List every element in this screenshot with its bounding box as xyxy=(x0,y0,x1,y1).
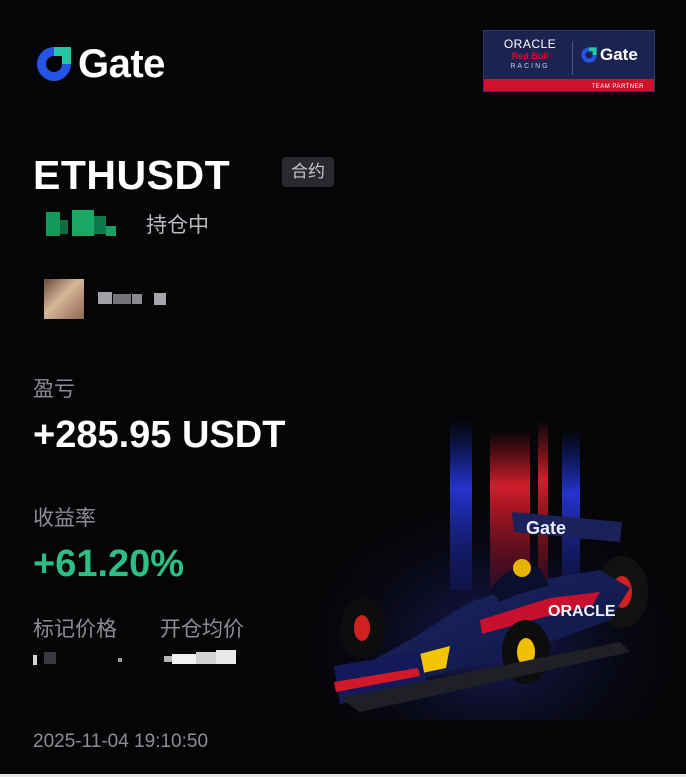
redbull-text: Red Bull xyxy=(511,51,549,61)
roi-label: 收益率 xyxy=(33,507,96,530)
partner-badge: ORACLE Red Bull RACING Gate TEAM PARTNER xyxy=(483,30,655,92)
pnl-label: 盈亏 xyxy=(33,378,75,401)
contract-tag: 合约 xyxy=(282,157,334,187)
team-partner-text: TEAM PARTNER xyxy=(591,84,644,90)
badge-gate-text: Gate xyxy=(600,45,638,64)
racing-text: RACING xyxy=(510,63,550,70)
redbull-racing-logo: ORACLE Red Bull RACING xyxy=(492,37,568,72)
f1-car-icon: Gate ORACLE xyxy=(300,420,686,720)
symbol-title: ETHUSDT xyxy=(33,152,231,198)
timestamp: 2025-11-04 19:10:50 xyxy=(33,731,209,752)
entry-price-label: 开仓均价 xyxy=(160,618,244,641)
svg-text:ORACLE: ORACLE xyxy=(548,603,616,620)
mark-price-label: 标记价格 xyxy=(33,618,117,641)
logo-text: Gate xyxy=(78,42,165,86)
svg-text:Gate: Gate xyxy=(526,518,566,538)
gate-logo-icon xyxy=(581,47,597,63)
oracle-text: ORACLE xyxy=(503,37,557,51)
pnl-value: +285.95 USDT xyxy=(33,414,286,456)
pnl-share-card: Gate ORACLE Red Bull RACING Gate TEAM PA… xyxy=(0,0,686,777)
gate-logo: Gate xyxy=(34,44,165,84)
gate-logo-icon xyxy=(37,47,71,81)
badge-gate-logo: Gate xyxy=(580,45,638,65)
position-status: 持仓中 xyxy=(146,214,209,237)
roi-value: +61.20% xyxy=(33,543,185,585)
avatar xyxy=(44,279,84,319)
badge-divider xyxy=(572,41,573,75)
badge-strip: TEAM PARTNER xyxy=(484,79,654,91)
